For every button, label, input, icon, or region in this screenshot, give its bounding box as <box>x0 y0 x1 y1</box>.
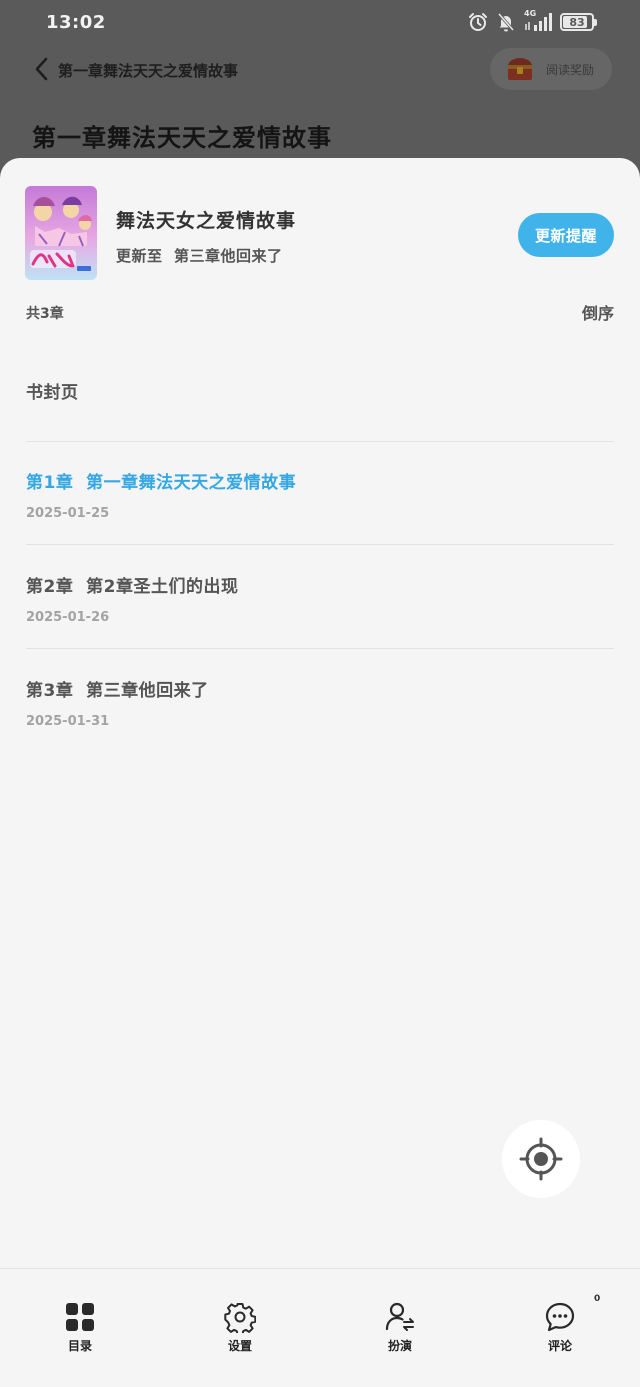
person-swap-icon <box>385 1302 414 1331</box>
reader-topbar: 第一章舞法天天之爱情故事 阅读奖励 <box>0 46 640 92</box>
nav-roleplay[interactable]: 扮演 <box>350 1269 450 1387</box>
update-reminder-button[interactable]: 更新提醒 <box>518 213 614 257</box>
chapter-date: 2025-01-26 <box>26 610 110 625</box>
nav-label: 目录 <box>67 1339 92 1353</box>
chapter-date: 2025-01-31 <box>26 714 110 729</box>
nav-settings[interactable]: 设置 <box>190 1269 290 1387</box>
gear-icon <box>224 1303 256 1333</box>
chapter-date: 2025-01-25 <box>26 506 110 521</box>
treasure-chest-icon <box>508 58 532 80</box>
reader-title: 第一章舞法天天之爱情故事 <box>58 62 239 80</box>
status-icons: 4G 83 <box>468 9 597 32</box>
locate-target-icon <box>519 1137 563 1181</box>
alarm-icon <box>469 13 487 31</box>
chapter-name: 第3章 第三章他回来了 <box>26 681 209 701</box>
comment-icon <box>545 1302 575 1332</box>
divider <box>26 544 614 545</box>
background-chapter-title: 第一章舞法天天之爱情故事 <box>32 124 332 152</box>
signal-icon: 4G <box>524 9 552 32</box>
chapter-name: 第1章 第一章舞法天天之爱情故事 <box>26 473 297 493</box>
book-cover[interactable] <box>25 186 97 280</box>
chapter-count: 共3章 <box>26 306 64 322</box>
nav-comments[interactable]: 评论 <box>510 1269 610 1387</box>
status-bar: 13:02 4G 83 <box>0 0 640 44</box>
reward-label: 阅读奖励 <box>546 63 595 77</box>
bell-off-icon <box>497 13 515 32</box>
latest-update-text: 更新至 第三章他回来了 <box>116 247 283 265</box>
divider <box>26 648 614 649</box>
battery-icon: 83 <box>560 13 597 31</box>
chapter-item[interactable]: 第3章 第三章他回来了 2025-01-31 <box>26 676 614 766</box>
sort-order-toggle[interactable]: 倒序 <box>582 300 614 324</box>
grid-icon <box>66 1303 94 1331</box>
cover-page-item[interactable]: 书封页 <box>26 378 79 403</box>
nav-catalog[interactable]: 目录 <box>30 1269 130 1387</box>
comment-count-badge: 0 <box>594 1294 601 1304</box>
book-title: 舞法天女之爱情故事 <box>116 210 297 232</box>
nav-label: 设置 <box>227 1339 252 1353</box>
catalog-sheet: 舞法天女之爱情故事 更新至 第三章他回来了 更新提醒 共3章 倒序 书封页 第1… <box>0 158 640 1387</box>
divider <box>26 441 614 442</box>
chevron-left-icon[interactable] <box>32 56 52 82</box>
bottom-nav: 目录 设置 扮演 评论 0 <box>0 1268 640 1387</box>
reading-reward-button[interactable]: 阅读奖励 <box>490 48 612 90</box>
nav-label: 评论 <box>547 1339 572 1353</box>
status-time: 13:02 <box>46 12 106 33</box>
chapter-name: 第2章 第2章圣土们的出现 <box>26 577 239 597</box>
battery-level: 83 <box>569 15 585 29</box>
nav-label: 扮演 <box>387 1339 412 1353</box>
locate-current-chapter-button[interactable] <box>502 1120 580 1198</box>
